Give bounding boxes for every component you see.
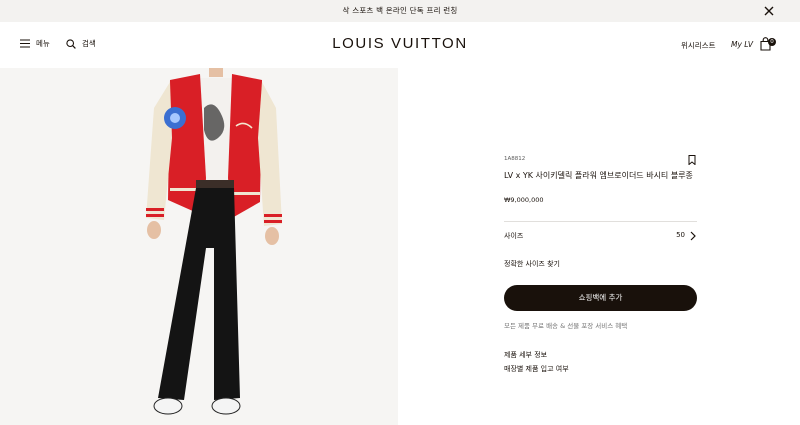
product-sku: 1A8812 (504, 156, 526, 162)
product-name: LV x YK 사이키델릭 플라워 엠브로이더드 바시티 블루종 (504, 171, 693, 180)
size-value: 50 (676, 231, 685, 239)
product-price: ₩9,000,000 (504, 196, 544, 204)
site-header: 메뉴 검색 LOUIS VUITTON 위시리스트 My LV (0, 22, 800, 68)
size-selector[interactable]: 사이즈 50 (504, 230, 697, 242)
product-details-link[interactable]: 제품 세부 정보 (504, 350, 547, 360)
my-lv-link[interactable]: My LV (731, 40, 753, 49)
chevron-right-icon (690, 231, 696, 241)
product-photo[interactable] (0, 68, 398, 425)
divider (504, 221, 697, 222)
wishlist-link[interactable]: 위시리스트 (681, 40, 716, 51)
shipping-note: 모든 제품 무료 배송 & 선물 포장 서비스 혜택 (504, 322, 628, 330)
add-to-cart-button[interactable]: 쇼핑백에 추가 (504, 285, 697, 311)
model-image (146, 68, 282, 415)
bag-count-badge: 0 (768, 38, 776, 46)
size-guide-link[interactable]: 정확한 사이즈 찾기 (504, 259, 560, 269)
announcement-bar: 삭 스포츠 백 온라인 단독 프리 런칭 (0, 0, 800, 22)
brand-logo[interactable]: LOUIS VUITTON (0, 35, 800, 52)
bookmark-icon[interactable] (688, 155, 696, 165)
store-stock-link[interactable]: 매장별 제품 입고 여부 (504, 364, 569, 374)
close-icon[interactable] (762, 4, 776, 18)
size-label: 사이즈 (504, 232, 524, 240)
announcement-text[interactable]: 삭 스포츠 백 온라인 단독 프리 런칭 (0, 5, 800, 16)
